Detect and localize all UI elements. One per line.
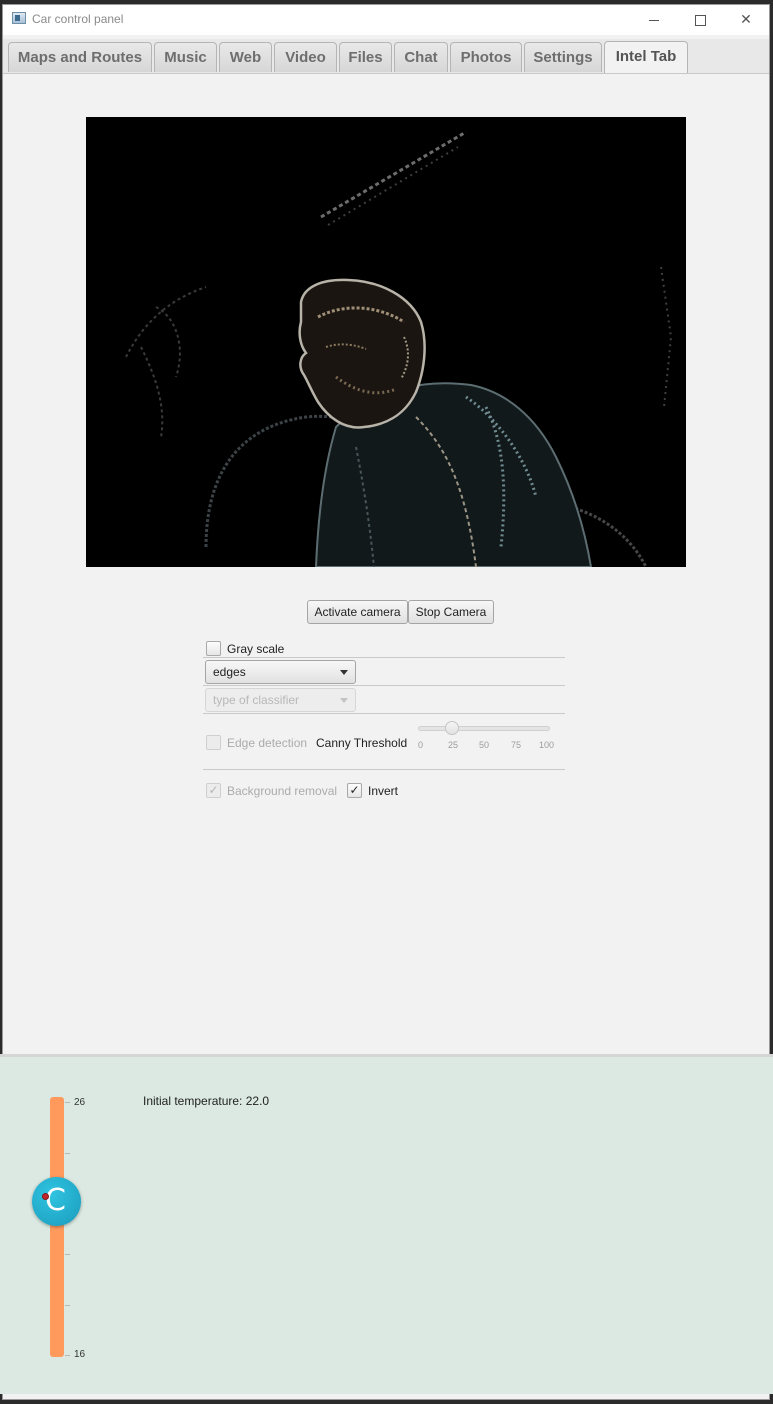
tick-mark bbox=[65, 1153, 70, 1154]
camera-feed bbox=[86, 117, 686, 567]
separator bbox=[203, 685, 565, 686]
background-removal-checkbox[interactable]: ✓ bbox=[206, 783, 221, 798]
tab-web[interactable]: Web bbox=[219, 42, 272, 72]
tick-mark bbox=[65, 1305, 70, 1306]
slider-tick-label: 25 bbox=[448, 740, 459, 750]
invert-label: Invert bbox=[368, 784, 399, 798]
camera-frame-image bbox=[86, 117, 686, 567]
canny-threshold-label: Canny Threshold bbox=[316, 736, 408, 750]
tab-bar: Maps and Routes Music Web Video Files Ch… bbox=[3, 39, 769, 74]
celsius-icon: C bbox=[45, 1183, 66, 1218]
slider-tick-label: 75 bbox=[511, 740, 522, 750]
tab-chat[interactable]: Chat bbox=[394, 42, 448, 72]
classifier-select[interactable]: type of classifier bbox=[205, 688, 356, 712]
stop-camera-button[interactable]: Stop Camera bbox=[408, 600, 494, 624]
tick-mark bbox=[65, 1254, 70, 1255]
knob-indicator bbox=[42, 1193, 49, 1200]
canny-slider-thumb[interactable] bbox=[445, 721, 459, 735]
temperature-slider-track[interactable] bbox=[50, 1097, 64, 1357]
minimize-icon bbox=[649, 19, 659, 21]
tab-photos[interactable]: Photos bbox=[450, 42, 522, 72]
chevron-down-icon bbox=[340, 670, 348, 675]
gray-scale-label: Gray scale bbox=[227, 642, 285, 656]
chevron-down-icon bbox=[340, 698, 348, 703]
slider-tick-label: 100 bbox=[539, 740, 555, 750]
separator bbox=[203, 657, 565, 658]
tab-music[interactable]: Music bbox=[154, 42, 217, 72]
separator bbox=[203, 713, 565, 714]
tab-video[interactable]: Video bbox=[274, 42, 337, 72]
slider-tick-label: 0 bbox=[418, 740, 424, 750]
maximize-button[interactable] bbox=[677, 5, 723, 35]
title-bar[interactable]: Car control panel ✕ bbox=[3, 5, 769, 35]
app-icon bbox=[12, 12, 26, 24]
filter-select[interactable]: edges bbox=[205, 660, 356, 684]
background-removal-label: Background removal bbox=[227, 784, 338, 798]
slider-tick-label: 50 bbox=[479, 740, 490, 750]
close-icon: ✕ bbox=[740, 11, 752, 27]
edge-detection-checkbox[interactable] bbox=[206, 735, 221, 750]
minimize-button[interactable] bbox=[631, 5, 677, 35]
close-button[interactable]: ✕ bbox=[723, 5, 769, 35]
activate-camera-button[interactable]: Activate camera bbox=[307, 600, 408, 624]
temperature-min-label: 16 bbox=[74, 1349, 86, 1360]
edge-detection-label: Edge detection bbox=[227, 736, 308, 750]
canny-threshold-slider[interactable] bbox=[418, 726, 550, 731]
tick-mark bbox=[65, 1102, 70, 1103]
tab-settings[interactable]: Settings bbox=[524, 42, 602, 72]
temperature-panel bbox=[0, 1054, 773, 1394]
gray-scale-checkbox[interactable] bbox=[206, 641, 221, 656]
initial-temperature-label: Initial temperature: 22.0 bbox=[143, 1094, 270, 1108]
temperature-max-label: 26 bbox=[74, 1097, 86, 1108]
maximize-icon bbox=[694, 14, 706, 26]
tick-mark bbox=[65, 1355, 70, 1356]
window-title: Car control panel bbox=[32, 12, 124, 26]
separator bbox=[203, 769, 565, 770]
classifier-select-placeholder: type of classifier bbox=[213, 693, 300, 707]
tab-maps-and-routes[interactable]: Maps and Routes bbox=[8, 42, 152, 72]
temperature-knob[interactable]: C bbox=[32, 1177, 81, 1226]
tab-files[interactable]: Files bbox=[339, 42, 392, 72]
filter-select-value: edges bbox=[213, 665, 246, 679]
tab-intel[interactable]: Intel Tab bbox=[604, 41, 688, 73]
invert-checkbox[interactable]: ✓ bbox=[347, 783, 362, 798]
